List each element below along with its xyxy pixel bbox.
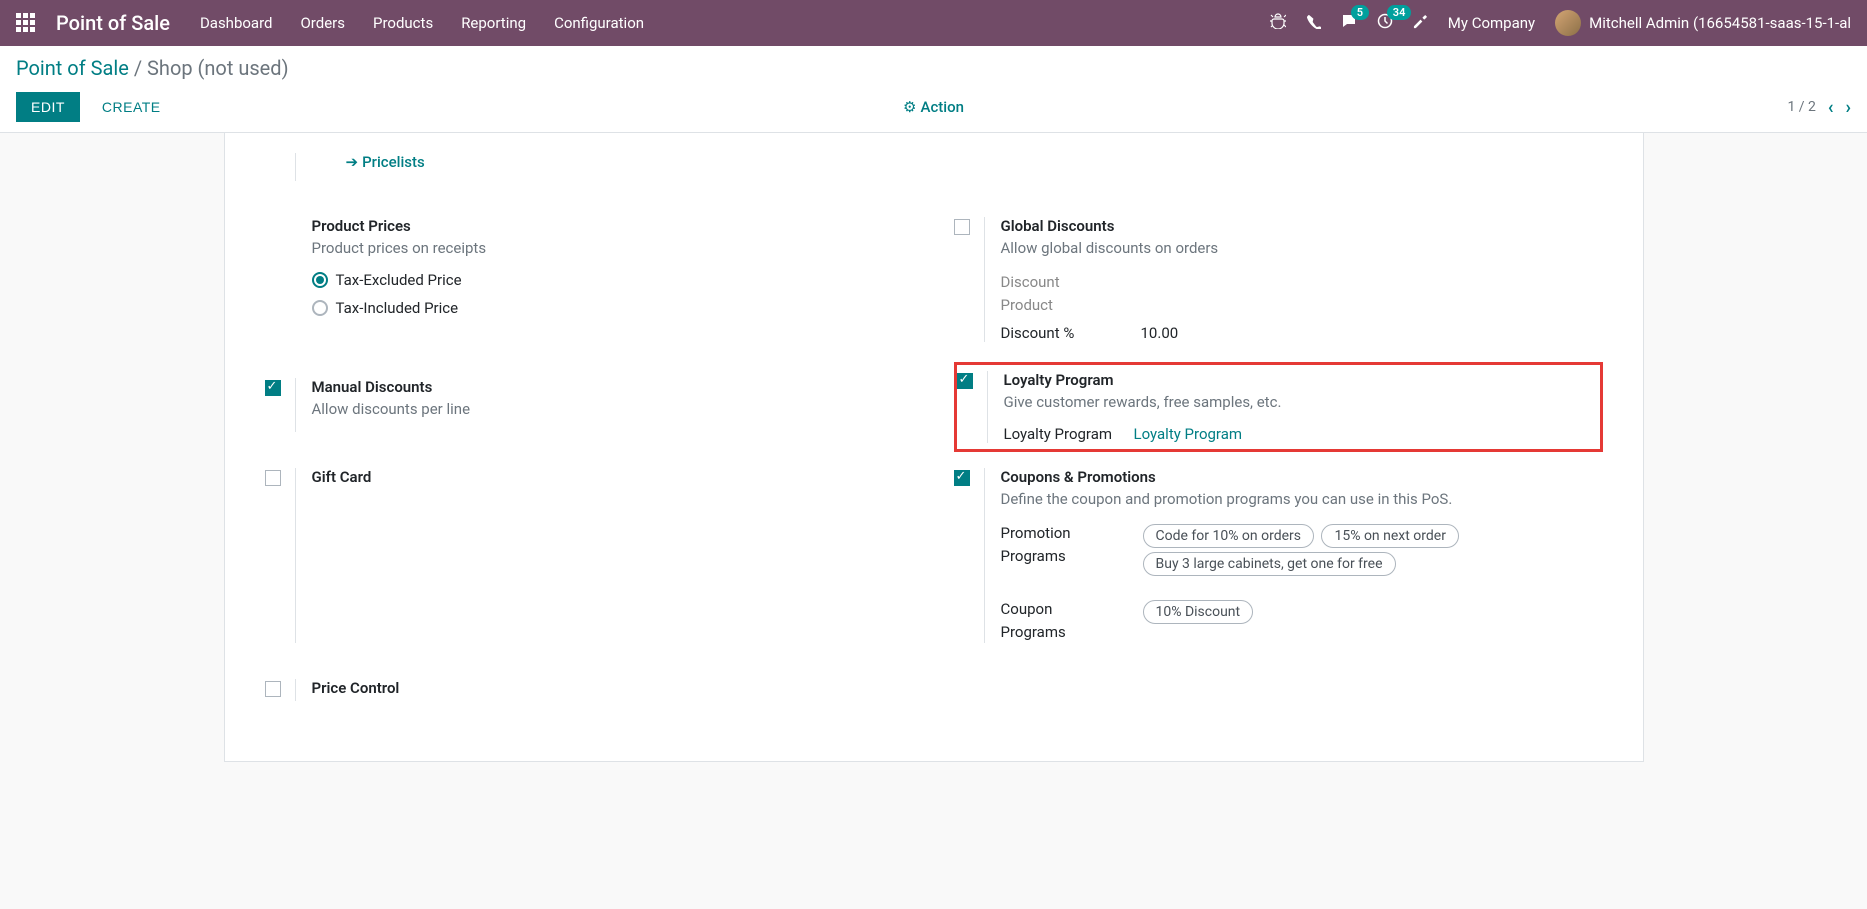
radio-icon <box>312 272 328 288</box>
manual-discounts-title: Manual Discounts <box>312 378 914 396</box>
price-control-title: Price Control <box>312 679 914 697</box>
setting-price-control: Price Control <box>265 663 914 721</box>
product-prices-desc: Product prices on receipts <box>312 239 914 257</box>
activities-icon[interactable]: 34 <box>1377 13 1393 33</box>
setting-product-prices: Product Prices Product prices on receipt… <box>265 201 914 362</box>
user-name: Mitchell Admin (16654581-saas-15-1-al <box>1589 14 1851 32</box>
pager-next[interactable]: › <box>1846 97 1851 118</box>
discount-product-label: DiscountProduct <box>1001 271 1603 316</box>
price-control-checkbox[interactable] <box>265 681 281 697</box>
user-menu[interactable]: Mitchell Admin (16654581-saas-15-1-al <box>1555 10 1851 36</box>
coupons-desc: Define the coupon and promotion programs… <box>1001 490 1603 508</box>
breadcrumb-current: Shop (not used) <box>147 56 288 80</box>
breadcrumb-sep: / <box>134 56 147 80</box>
setting-coupons: Coupons & Promotions Define the coupon a… <box>954 452 1603 663</box>
menu-configuration[interactable]: Configuration <box>554 14 644 32</box>
menu-dashboard[interactable]: Dashboard <box>200 14 273 32</box>
avatar <box>1555 10 1581 36</box>
radio-icon <box>312 300 328 316</box>
bug-icon[interactable] <box>1270 13 1286 33</box>
arrow-right-icon: ➔ <box>346 153 359 171</box>
coupon-tag[interactable]: 10% Discount <box>1143 600 1254 624</box>
create-button[interactable]: CREATE <box>88 93 175 121</box>
coupons-checkbox[interactable] <box>954 470 970 486</box>
radio-tax-excluded[interactable]: Tax-Excluded Price <box>312 271 914 289</box>
manual-discounts-desc: Allow discounts per line <box>312 400 914 418</box>
global-discounts-checkbox[interactable] <box>954 219 970 235</box>
promo-programs-label: PromotionPrograms <box>1001 522 1141 567</box>
messages-icon[interactable]: 5 <box>1341 13 1357 33</box>
coupons-title: Coupons & Promotions <box>1001 468 1603 486</box>
form-area: ➔Pricelists Product Prices Product price… <box>0 133 1867 762</box>
setting-manual-discounts: Manual Discounts Allow discounts per lin… <box>265 362 914 452</box>
setting-loyalty-program: Loyalty Program Give customer rewards, f… <box>954 362 1603 452</box>
loyalty-field-label: Loyalty Program <box>1004 425 1134 443</box>
loyalty-field-link[interactable]: Loyalty Program <box>1134 425 1243 443</box>
activities-badge: 34 <box>1387 5 1412 20</box>
pager-prev[interactable]: ‹ <box>1828 97 1834 118</box>
gift-card-title: Gift Card <box>312 468 914 486</box>
menu-orders[interactable]: Orders <box>300 14 345 32</box>
apps-icon[interactable] <box>16 13 36 33</box>
breadcrumb: Point of Sale / Shop (not used) <box>16 56 1851 80</box>
top-navbar: Point of Sale Dashboard Orders Products … <box>0 0 1867 46</box>
setting-gift-card: Gift Card <box>265 452 914 663</box>
control-panel: Point of Sale / Shop (not used) EDIT CRE… <box>0 46 1867 133</box>
messages-badge: 5 <box>1351 5 1369 20</box>
menu-products[interactable]: Products <box>373 14 433 32</box>
app-brand[interactable]: Point of Sale <box>56 11 170 35</box>
phone-icon[interactable] <box>1306 14 1321 33</box>
manual-discounts-checkbox[interactable] <box>265 380 281 396</box>
pricelists-link[interactable]: ➔Pricelists <box>295 153 1603 181</box>
menu-reporting[interactable]: Reporting <box>461 14 526 32</box>
global-discounts-desc: Allow global discounts on orders <box>1001 239 1603 257</box>
gift-card-checkbox[interactable] <box>265 470 281 486</box>
global-discounts-title: Global Discounts <box>1001 217 1603 235</box>
loyalty-desc: Give customer rewards, free samples, etc… <box>1004 393 1592 411</box>
loyalty-title: Loyalty Program <box>1004 371 1592 389</box>
tools-icon[interactable] <box>1413 14 1428 33</box>
loyalty-checkbox[interactable] <box>957 373 973 389</box>
company-name[interactable]: My Company <box>1448 14 1535 32</box>
breadcrumb-root[interactable]: Point of Sale <box>16 56 129 80</box>
form-sheet: ➔Pricelists Product Prices Product price… <box>224 133 1644 762</box>
coupon-programs-label: CouponPrograms <box>1001 598 1141 643</box>
main-menu: Dashboard Orders Products Reporting Conf… <box>200 14 644 32</box>
pager-text: 1 / 2 <box>1787 99 1815 115</box>
promo-tag[interactable]: Buy 3 large cabinets, get one for free <box>1143 552 1396 576</box>
discount-pct-label: Discount % <box>1001 324 1141 342</box>
promo-tag[interactable]: 15% on next order <box>1321 524 1458 548</box>
gear-icon: ⚙ <box>903 98 916 116</box>
promo-tag[interactable]: Code for 10% on orders <box>1143 524 1315 548</box>
systray: 5 34 My Company Mitchell Admin (16654581… <box>1270 10 1851 36</box>
product-prices-title: Product Prices <box>312 217 914 235</box>
pager: 1 / 2 ‹ › <box>1787 97 1851 118</box>
edit-button[interactable]: EDIT <box>16 92 80 122</box>
action-menu[interactable]: ⚙Action <box>903 98 964 116</box>
discount-pct-value: 10.00 <box>1141 324 1179 342</box>
radio-tax-included[interactable]: Tax-Included Price <box>312 299 914 317</box>
setting-global-discounts: Global Discounts Allow global discounts … <box>954 201 1603 362</box>
